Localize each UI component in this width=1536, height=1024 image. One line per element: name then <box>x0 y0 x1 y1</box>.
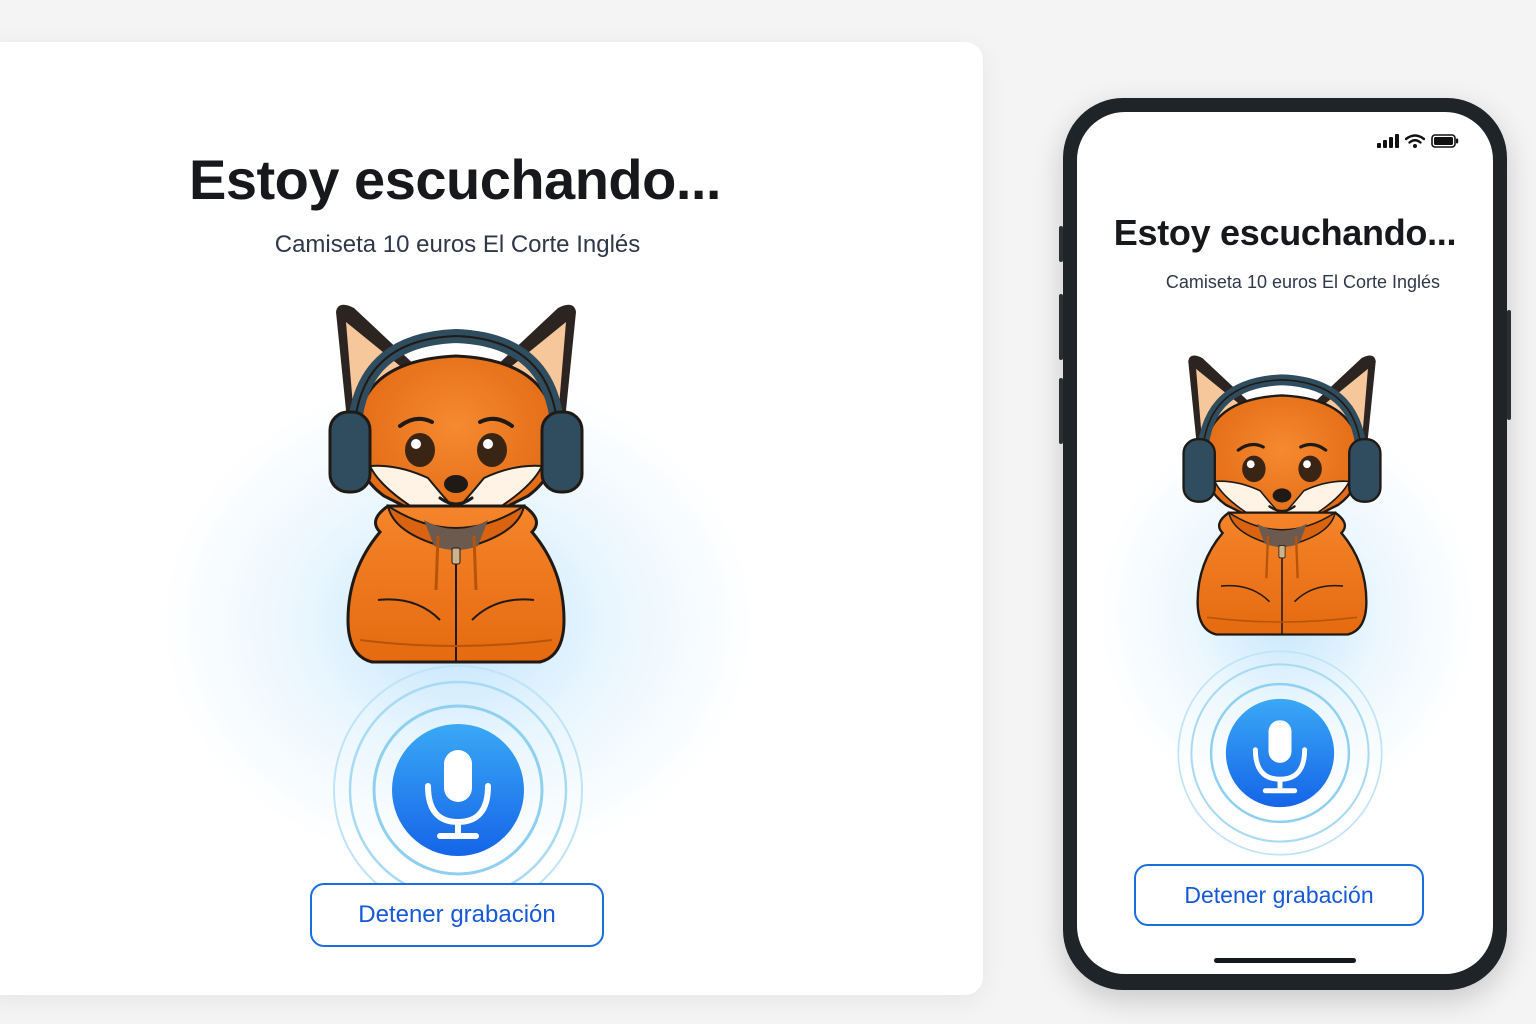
phone-volume-down <box>1059 378 1063 444</box>
status-bar <box>1377 134 1459 148</box>
phone-silent-switch <box>1059 226 1063 262</box>
battery-icon <box>1431 134 1459 148</box>
stop-recording-button[interactable]: Detener grabación <box>1134 864 1424 926</box>
signal-icon <box>1377 134 1399 148</box>
fox-mascot-icon <box>1182 330 1382 664</box>
stage: Estoy escuchando... Camiseta 10 euros El… <box>0 0 1536 1024</box>
microphone-icon[interactable] <box>1175 648 1385 858</box>
home-indicator[interactable] <box>1214 958 1356 963</box>
fox-mascot-icon <box>328 300 584 672</box>
page-title: Estoy escuchando... <box>189 148 722 211</box>
microphone-icon[interactable] <box>330 662 586 918</box>
desktop-listening-card: Estoy escuchando... Camiseta 10 euros El… <box>0 42 983 995</box>
page-title: Estoy escuchando... <box>1113 212 1457 253</box>
stop-recording-button[interactable]: Detener grabación <box>310 883 604 947</box>
wifi-icon <box>1405 134 1425 148</box>
phone-power-button <box>1507 310 1511 420</box>
transcript-text: Camiseta 10 euros El Corte Inglés <box>274 231 641 258</box>
phone-volume-up <box>1059 294 1063 360</box>
phone-screen: Estoy escuchando... Camiseta 10 euros El… <box>1077 112 1493 974</box>
phone-frame: Estoy escuchando... Camiseta 10 euros El… <box>1059 98 1511 990</box>
transcript-text: Camiseta 10 euros El Corte Inglés <box>1165 272 1441 292</box>
